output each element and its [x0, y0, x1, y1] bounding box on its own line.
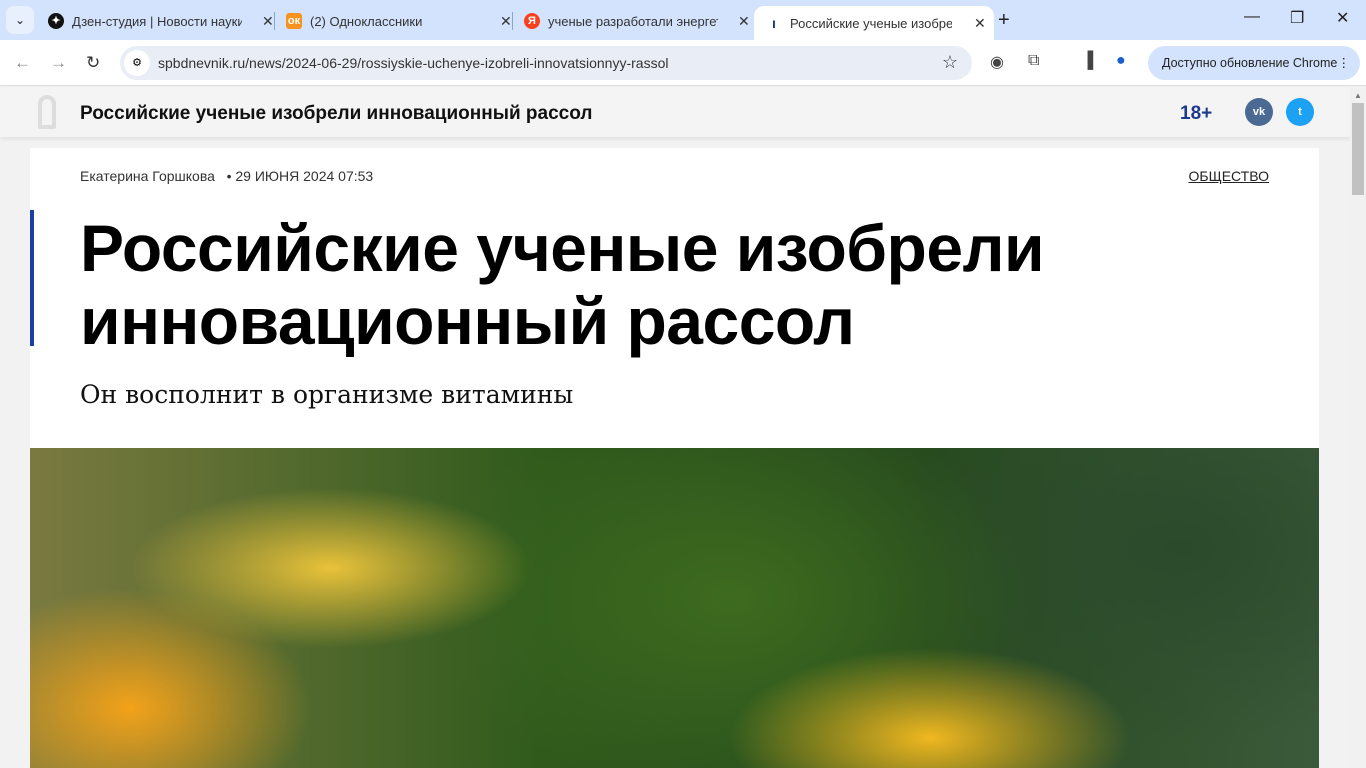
article: Екатерина Горшкова • 29 ИЮНЯ 2024 07:53 …: [30, 148, 1319, 768]
scrollbar[interactable]: ▲: [1350, 87, 1366, 768]
tab-search-button[interactable]: ⌄: [6, 6, 34, 34]
browser-toolbar: ← → ↻ ⚙ spbdnevnik.ru/news/2024-06-29/ro…: [0, 40, 1366, 86]
close-icon[interactable]: ✕: [500, 13, 512, 30]
tab-dzen[interactable]: ✦Дзен-студия | Новости науки: ...✕: [48, 8, 274, 34]
site-header: Российские ученые изобрели инновационный…: [0, 87, 1350, 137]
category-link[interactable]: ОБЩЕСТВО: [1189, 168, 1270, 184]
article-title: Российские ученые изобрели инновационный…: [80, 211, 1045, 358]
puzzle-icon[interactable]: ⧉: [1028, 52, 1039, 70]
profile-icon[interactable]: ●: [1116, 52, 1126, 70]
extension-icon[interactable]: ◉: [990, 52, 1004, 72]
dzen-icon: ✦: [48, 13, 64, 29]
accent-bar: [30, 210, 34, 346]
author[interactable]: Екатерина Горшкова: [80, 168, 215, 184]
scrollbar-thumb[interactable]: [1352, 103, 1364, 195]
date: • 29 ИЮНЯ 2024 07:53: [226, 168, 374, 184]
article-subtitle: Он восполнит в организме витамины: [80, 380, 574, 409]
forward-icon[interactable]: →: [50, 53, 67, 73]
vk-icon[interactable]: vk: [1245, 98, 1273, 126]
tab-strip: ⌄ ✦Дзен-студия | Новости науки: ...✕ ок(…: [0, 0, 1366, 40]
menu-icon[interactable]: ⋮: [1338, 46, 1351, 80]
restore-icon[interactable]: ❐: [1290, 8, 1304, 28]
tab-ok[interactable]: ок (2) Одноклассники ✕: [286, 8, 512, 34]
spbdnevnik-icon: ı: [772, 15, 776, 31]
close-icon[interactable]: ✕: [974, 15, 986, 32]
site-settings-icon[interactable]: ⚙: [124, 50, 150, 76]
minimize-icon[interactable]: —: [1244, 8, 1260, 26]
new-tab-icon[interactable]: +: [998, 9, 1010, 32]
update-chrome-button[interactable]: Доступно обновление Chrome ⋮: [1148, 46, 1360, 80]
tab-active[interactable]: ı Российские ученые изобрели ✕: [754, 6, 994, 40]
tab-yandex[interactable]: Яученые разработали энергетически...✕: [524, 8, 750, 34]
article-photo: [30, 448, 1319, 768]
address-bar[interactable]: ⚙ spbdnevnik.ru/news/2024-06-29/rossiysk…: [120, 46, 972, 80]
reload-icon[interactable]: ↻: [86, 53, 100, 73]
bookmark-star-icon[interactable]: ☆: [942, 52, 958, 73]
close-icon[interactable]: ✕: [262, 13, 274, 30]
close-icon[interactable]: ✕: [738, 13, 750, 30]
age-rating: 18+: [1180, 103, 1213, 124]
ok-icon: ок: [286, 13, 302, 29]
side-panel-icon[interactable]: ▐: [1082, 52, 1093, 70]
site-logo[interactable]: [38, 95, 56, 129]
twitter-icon[interactable]: t: [1286, 98, 1314, 126]
yandex-icon: Я: [524, 13, 540, 29]
close-window-icon[interactable]: ✕: [1336, 8, 1349, 28]
back-icon[interactable]: ←: [14, 53, 31, 73]
